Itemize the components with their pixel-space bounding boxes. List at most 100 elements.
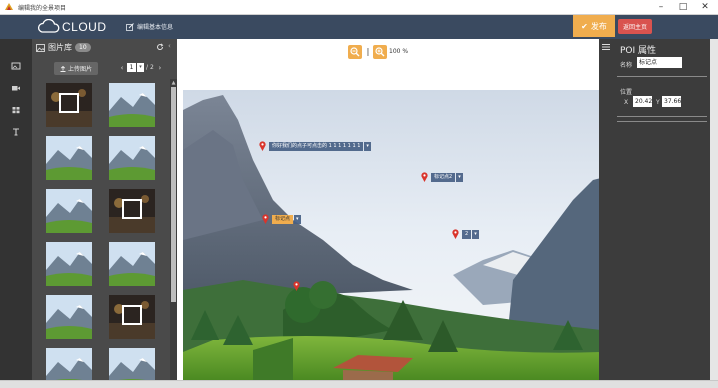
thumbnail-item[interactable] bbox=[46, 295, 92, 339]
zoom-in-button[interactable] bbox=[373, 45, 387, 59]
text-icon[interactable] bbox=[11, 127, 21, 137]
marker-menu-caret[interactable]: ▾ bbox=[456, 172, 463, 182]
edit-info-label: 编辑基本信息 bbox=[137, 24, 174, 31]
thumbnail-image bbox=[109, 136, 155, 180]
cloud-icon bbox=[37, 19, 60, 33]
collapse-panel-icon[interactable]: ‹ bbox=[168, 42, 171, 50]
logo[interactable]: CLOUD bbox=[36, 19, 107, 35]
check-icon: ✔ bbox=[581, 21, 588, 31]
scrollbar-thumb[interactable] bbox=[171, 87, 176, 302]
thumbnail-frame bbox=[122, 199, 142, 219]
page-dropdown[interactable]: ▾ bbox=[137, 63, 144, 72]
zoom-out-icon bbox=[350, 47, 360, 57]
prev-page-button[interactable]: ‹ bbox=[118, 64, 126, 72]
thumbnail-item[interactable] bbox=[46, 83, 92, 127]
image-library-panel: 图片库 10 ‹ 上传图片 ‹ 1 ▾ / 2 › bbox=[32, 39, 182, 380]
publish-button[interactable]: ✔ 发布 bbox=[573, 15, 615, 37]
app-logo-icon bbox=[5, 3, 13, 10]
thumbnail-image bbox=[46, 295, 92, 339]
poi-panel-title: POI 属性 bbox=[620, 46, 657, 56]
zoom-level: 100 % bbox=[389, 48, 409, 55]
thumbnail-image bbox=[109, 242, 155, 286]
poi-marker[interactable]: 你好我们的点子可点击的 1 1 1 1 1 1 1 ▾ bbox=[259, 141, 371, 151]
panorama-canvas: | 100 % 你好我们的点子可点击的 1 1 1 1 1 1 1 ▾ 标记点2… bbox=[177, 39, 601, 380]
window-titlebar: 编辑我的全景项目 – □ ✕ bbox=[0, 0, 718, 15]
thumbnail-image bbox=[46, 136, 92, 180]
y-label: Y bbox=[656, 99, 660, 106]
x-coordinate-field[interactable]: 20.42 bbox=[633, 96, 652, 107]
panorama-image[interactable] bbox=[183, 90, 601, 380]
marker-menu-caret[interactable]: ▾ bbox=[472, 229, 479, 239]
thumbnail-item[interactable] bbox=[109, 242, 155, 286]
thumbnail-frame bbox=[59, 93, 79, 113]
thumbnail-item[interactable] bbox=[46, 136, 92, 180]
marker-label[interactable]: 标记点 bbox=[272, 214, 294, 224]
panel-scrollbar[interactable]: ▲ bbox=[170, 79, 177, 380]
marker-label[interactable]: 你好我们的点子可点击的 1 1 1 1 1 1 1 bbox=[269, 141, 364, 151]
poi-properties-panel: POI 属性 名称 标记点 位置 X 20.42 Y 37.66 bbox=[599, 39, 710, 380]
thumbnail-item[interactable] bbox=[109, 295, 155, 339]
picture-icon bbox=[36, 43, 45, 52]
zoom-out-button[interactable] bbox=[348, 45, 362, 59]
thumbnail-image bbox=[46, 348, 92, 380]
close-button[interactable]: ✕ bbox=[694, 0, 716, 15]
position-label: 位置 bbox=[620, 89, 633, 96]
maximize-button[interactable]: □ bbox=[672, 0, 694, 15]
thumbnail-image bbox=[109, 83, 155, 127]
marker-menu-caret[interactable]: ▾ bbox=[364, 141, 371, 151]
exit-home-button[interactable]: 返回主页 bbox=[618, 19, 652, 34]
left-tool-rail bbox=[0, 39, 32, 380]
poi-marker-selected[interactable]: 标记点 ▾ bbox=[262, 214, 301, 224]
upload-image-button[interactable]: 上传图片 bbox=[54, 62, 98, 75]
poi-marker[interactable]: 标记点2 ▾ bbox=[421, 172, 463, 182]
thumbnail-item[interactable] bbox=[109, 189, 155, 233]
thumbnail-item[interactable] bbox=[46, 242, 92, 286]
divider bbox=[617, 121, 707, 122]
thumbnail-item[interactable] bbox=[109, 348, 155, 380]
mountain-landscape-image bbox=[183, 90, 601, 380]
window-scrollbar[interactable] bbox=[710, 39, 718, 380]
poi-marker[interactable] bbox=[293, 281, 300, 291]
thumbnail-list bbox=[32, 79, 182, 380]
marker-label[interactable]: 2 bbox=[462, 229, 472, 239]
page-total: 2 bbox=[150, 64, 154, 71]
page-separator: / bbox=[146, 64, 149, 71]
list-icon[interactable] bbox=[601, 42, 611, 52]
page-input[interactable]: 1 bbox=[127, 63, 136, 72]
poi-marker[interactable]: 2 ▾ bbox=[452, 229, 479, 239]
minimize-button[interactable]: – bbox=[650, 0, 672, 15]
refresh-icon[interactable] bbox=[156, 43, 164, 51]
name-label: 名称 bbox=[620, 62, 633, 69]
image-icon[interactable] bbox=[11, 61, 21, 71]
horizontal-scrollbar[interactable] bbox=[0, 380, 718, 388]
marker-menu-caret[interactable]: ▾ bbox=[294, 214, 301, 224]
pagination: ‹ 1 ▾ / 2 › bbox=[118, 63, 164, 72]
thumbnail-item[interactable] bbox=[109, 136, 155, 180]
publish-label: 发布 bbox=[590, 21, 607, 31]
upload-icon bbox=[60, 65, 66, 72]
scroll-up-arrow[interactable]: ▲ bbox=[170, 79, 177, 87]
map-pin-icon bbox=[259, 141, 266, 151]
thumbnail-frame bbox=[122, 305, 142, 325]
thumbnail-item[interactable] bbox=[109, 83, 155, 127]
thumbnail-item[interactable] bbox=[46, 189, 92, 233]
zoom-in-icon bbox=[375, 47, 385, 57]
y-coordinate-field[interactable]: 37.66 bbox=[662, 96, 681, 107]
zoom-separator: | bbox=[366, 47, 370, 56]
map-pin-icon bbox=[452, 229, 459, 239]
name-field[interactable]: 标记点 bbox=[637, 57, 682, 68]
video-icon[interactable] bbox=[11, 83, 21, 93]
panel-title: 图片库 bbox=[48, 43, 72, 52]
map-pin-icon bbox=[262, 214, 269, 224]
x-label: X bbox=[624, 99, 629, 106]
marker-label[interactable]: 标记点2 bbox=[431, 172, 456, 182]
edit-info-link[interactable]: 编辑基本信息 bbox=[126, 22, 173, 31]
next-page-button[interactable]: › bbox=[156, 64, 164, 72]
panel-header: 图片库 10 ‹ bbox=[32, 39, 182, 55]
thumbnail-item[interactable] bbox=[46, 348, 92, 380]
grid-icon[interactable] bbox=[11, 105, 21, 115]
thumbnail-image bbox=[46, 242, 92, 286]
window-title: 编辑我的全景项目 bbox=[18, 5, 67, 12]
map-pin-icon bbox=[293, 281, 300, 291]
map-pin-icon bbox=[421, 172, 428, 182]
